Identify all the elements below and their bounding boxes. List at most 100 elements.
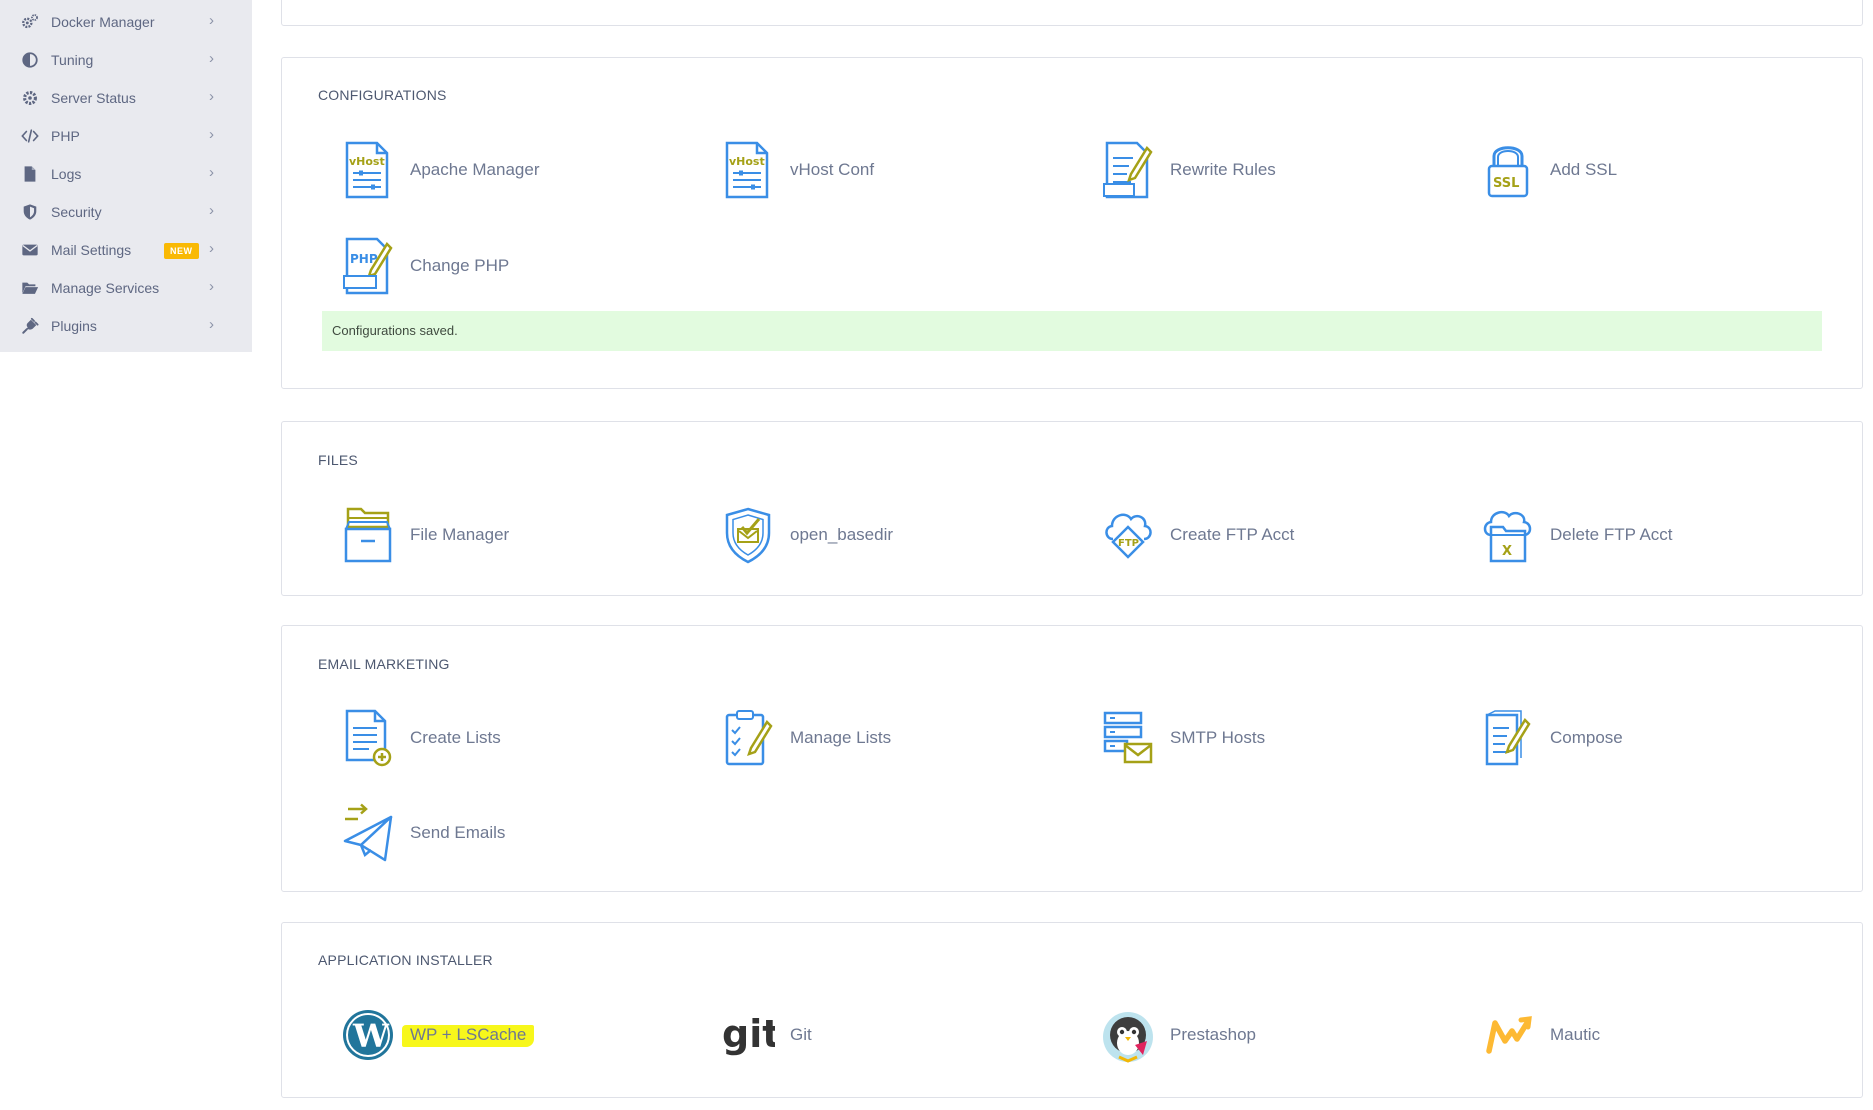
sidebar-item-label: Manage Services bbox=[51, 280, 160, 296]
shield-check-icon bbox=[721, 505, 775, 565]
php-document-icon: PHP bbox=[341, 236, 395, 296]
svg-text:git: git bbox=[722, 1012, 775, 1056]
sidebar-item-php[interactable]: PHP › bbox=[0, 117, 252, 155]
tile-label: Delete FTP Acct bbox=[1550, 525, 1673, 544]
tile-create-lists[interactable]: Create Lists bbox=[341, 708, 701, 778]
tile-delete-ftp-acct[interactable]: X Delete FTP Acct bbox=[1481, 505, 1841, 575]
sidebar-item-label: Tuning bbox=[51, 52, 94, 68]
tile-smtp-hosts[interactable]: SMTP Hosts bbox=[1101, 708, 1461, 778]
mautic-icon bbox=[1481, 1005, 1535, 1065]
tile-label: SMTP Hosts bbox=[1170, 728, 1266, 747]
sidebar-item-label: PHP bbox=[51, 128, 80, 144]
tile-add-ssl[interactable]: SSL Add SSL bbox=[1481, 140, 1841, 210]
tile-label: Compose bbox=[1550, 728, 1623, 747]
tile-create-ftp-acct[interactable]: FTP Create FTP Acct bbox=[1101, 505, 1461, 575]
sidebar-item-manage-services[interactable]: Manage Services › bbox=[0, 269, 252, 307]
tile-send-emails[interactable]: Send Emails bbox=[341, 803, 701, 873]
sidebar-item-docker-manager[interactable]: Docker Manager › bbox=[0, 3, 252, 41]
sidebar-item-label: Docker Manager bbox=[51, 14, 155, 30]
tile-open-basedir[interactable]: open_basedir bbox=[721, 505, 1081, 575]
tile-label: Rewrite Rules bbox=[1170, 160, 1276, 179]
tile-rewrite-rules[interactable]: Rewrite Rules bbox=[1101, 140, 1461, 210]
tile-label: Mautic bbox=[1550, 1025, 1601, 1044]
sidebar-item-plugins[interactable]: Plugins › bbox=[0, 307, 252, 345]
tile-label: open_basedir bbox=[790, 525, 894, 544]
tile-label: Prestashop bbox=[1170, 1025, 1256, 1044]
chevron-right-icon: › bbox=[209, 126, 214, 143]
tile-change-php[interactable]: PHP Change PHP bbox=[341, 236, 701, 306]
checklist-icon bbox=[721, 708, 775, 768]
tile-label: Apache Manager bbox=[410, 160, 540, 179]
file-icon bbox=[20, 165, 40, 183]
document-add-icon bbox=[341, 708, 395, 768]
tile-label: Manage Lists bbox=[790, 728, 892, 747]
new-badge: NEW bbox=[164, 243, 199, 259]
ssl-lock-icon: SSL bbox=[1481, 140, 1535, 200]
sidebar-item-label: Mail Settings bbox=[51, 242, 132, 258]
sidebar-item-security[interactable]: Security › bbox=[0, 193, 252, 231]
prestashop-icon bbox=[1101, 1005, 1155, 1065]
gear-icon bbox=[20, 89, 40, 107]
cloud-folder-delete-icon: X bbox=[1481, 505, 1535, 565]
chevron-right-icon: › bbox=[209, 316, 214, 333]
chevron-right-icon: › bbox=[209, 88, 214, 105]
compose-icon bbox=[1481, 708, 1535, 768]
vhost-document-icon: vHost bbox=[341, 140, 395, 200]
highlighted-text: WP + LSCache bbox=[402, 1025, 535, 1047]
svg-text:vHost: vHost bbox=[729, 155, 765, 168]
wordpress-icon: W bbox=[341, 1005, 395, 1065]
folder-open-icon bbox=[20, 279, 40, 297]
email-marketing-panel: EMAIL MARKETING Create Lists Manage List… bbox=[281, 625, 1863, 892]
tile-wp-lscache[interactable]: W WP + LSCache bbox=[341, 1005, 701, 1075]
files-panel: FILES File Manager open_basedir FTP Crea… bbox=[281, 421, 1863, 596]
tile-label: Add SSL bbox=[1550, 160, 1618, 179]
tile-prestashop[interactable]: Prestashop bbox=[1101, 1005, 1461, 1075]
tile-compose[interactable]: Compose bbox=[1481, 708, 1841, 778]
ftp-cloud-icon: FTP bbox=[1101, 505, 1155, 565]
paper-plane-icon bbox=[341, 803, 395, 863]
tile-label: WP + LSCache bbox=[402, 1025, 535, 1047]
chevron-right-icon: › bbox=[209, 278, 214, 295]
chevron-right-icon: › bbox=[209, 202, 214, 219]
file-cabinet-icon bbox=[341, 505, 395, 565]
sidebar-item-tuning[interactable]: Tuning › bbox=[0, 41, 252, 79]
sidebar-item-logs[interactable]: Logs › bbox=[0, 155, 252, 193]
tile-mautic[interactable]: Mautic bbox=[1481, 1005, 1841, 1075]
server-mail-icon bbox=[1101, 708, 1155, 768]
chevron-right-icon: › bbox=[209, 12, 214, 29]
sidebar-item-label: Security bbox=[51, 204, 102, 220]
tile-file-manager[interactable]: File Manager bbox=[341, 505, 701, 575]
sidebar-item-server-status[interactable]: Server Status › bbox=[0, 79, 252, 117]
tile-label: File Manager bbox=[410, 525, 510, 544]
svg-text:vHost: vHost bbox=[349, 155, 385, 168]
tile-label: Create Lists bbox=[410, 728, 501, 747]
section-title: EMAIL MARKETING bbox=[318, 656, 450, 672]
code-icon bbox=[20, 127, 40, 145]
success-alert: Configurations saved. bbox=[322, 311, 1822, 351]
vhost-document-icon: vHost bbox=[721, 140, 775, 200]
tile-label: Change PHP bbox=[410, 256, 510, 275]
contrast-icon bbox=[20, 51, 40, 69]
previous-panel bbox=[281, 0, 1863, 26]
tile-apache-manager[interactable]: vHost Apache Manager bbox=[341, 140, 701, 210]
chevron-right-icon: › bbox=[209, 50, 214, 67]
svg-text:SSL: SSL bbox=[1493, 176, 1519, 191]
sidebar-item-label: Logs bbox=[51, 166, 82, 182]
edit-document-icon bbox=[1101, 140, 1155, 200]
tile-label: Create FTP Acct bbox=[1170, 525, 1295, 544]
chevron-right-icon: › bbox=[209, 164, 214, 181]
tile-git[interactable]: git Git bbox=[721, 1005, 1081, 1075]
shield-icon bbox=[20, 203, 40, 221]
application-installer-panel: APPLICATION INSTALLER W WP + LSCache git… bbox=[281, 922, 1863, 1098]
tile-label: vHost Conf bbox=[790, 160, 875, 179]
tile-vhost-conf[interactable]: vHost vHost Conf bbox=[721, 140, 1081, 210]
section-title: FILES bbox=[318, 452, 358, 468]
sidebar-item-mail-settings[interactable]: Mail Settings NEW › bbox=[0, 231, 252, 269]
tile-manage-lists[interactable]: Manage Lists bbox=[721, 708, 1081, 778]
envelope-icon bbox=[20, 241, 40, 259]
gears-icon bbox=[20, 13, 40, 31]
svg-text:FTP: FTP bbox=[1118, 538, 1139, 549]
section-title: CONFIGURATIONS bbox=[318, 87, 447, 103]
section-title: APPLICATION INSTALLER bbox=[318, 952, 493, 968]
svg-text:W: W bbox=[352, 1017, 390, 1055]
